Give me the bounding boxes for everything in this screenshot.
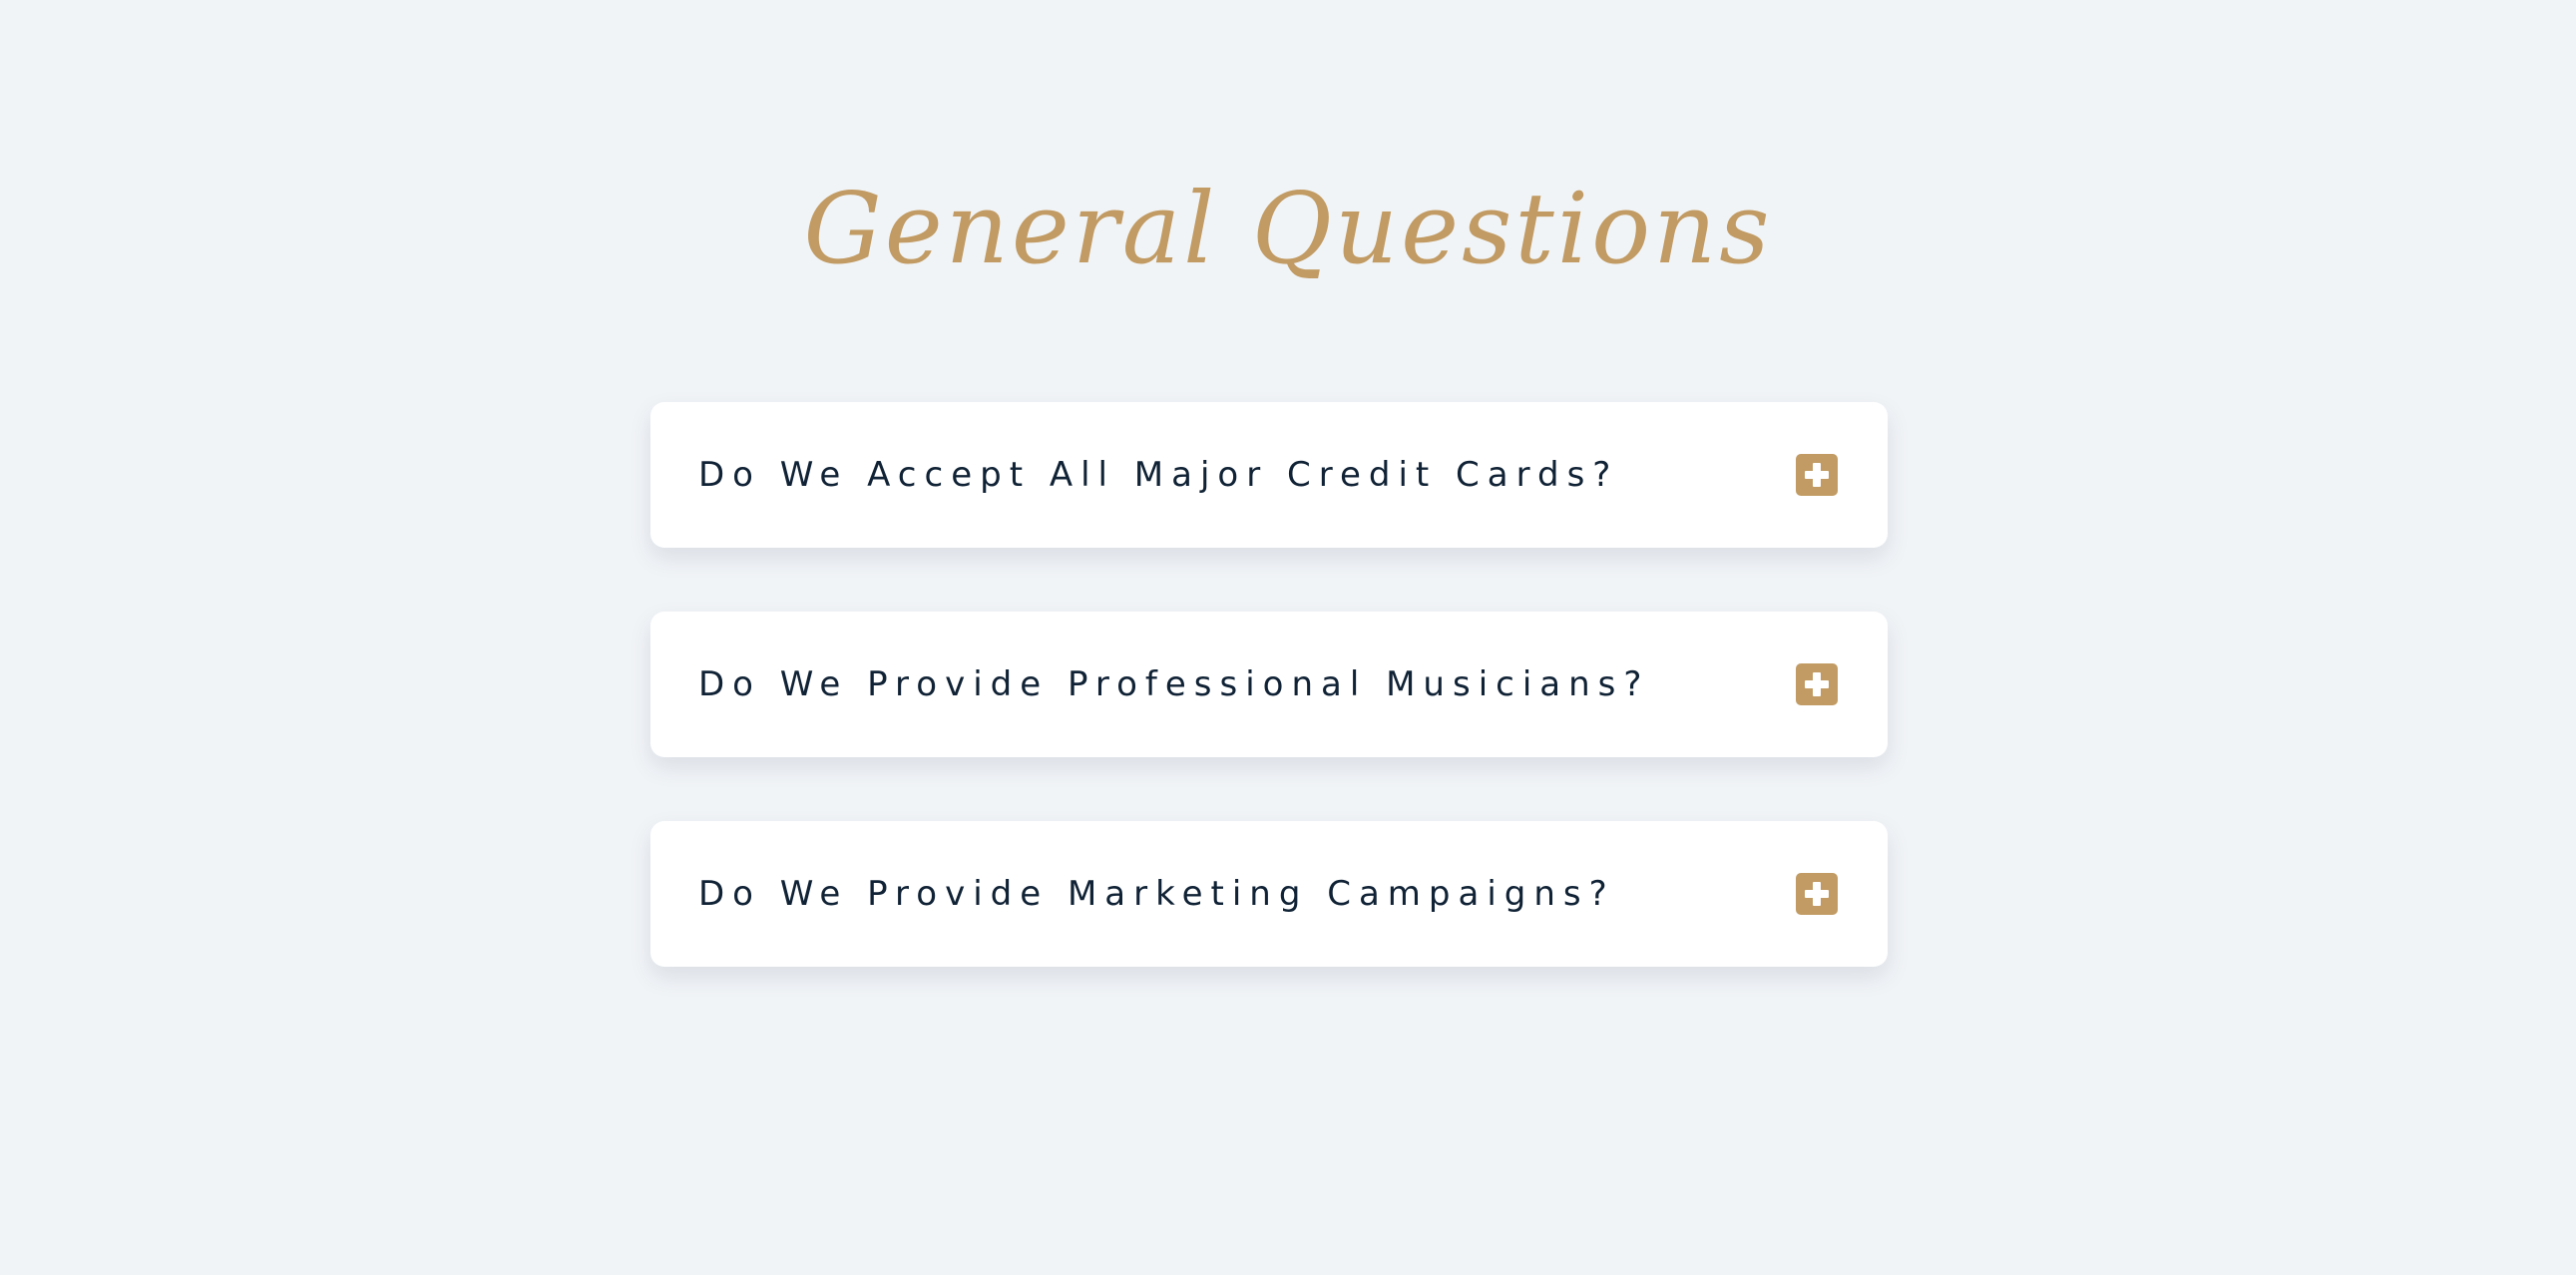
plus-square-icon[interactable] bbox=[1796, 663, 1838, 705]
faq-question: Do We Provide Marketing Campaigns? bbox=[698, 874, 1615, 914]
faq-question: Do We Accept All Major Credit Cards? bbox=[698, 455, 1619, 495]
page-title: General Questions bbox=[803, 173, 1773, 286]
plus-square-icon[interactable] bbox=[1796, 873, 1838, 915]
faq-question: Do We Provide Professional Musicians? bbox=[698, 664, 1650, 704]
faq-list: Do We Accept All Major Credit Cards? Do … bbox=[650, 402, 1888, 1031]
faq-item-marketing[interactable]: Do We Provide Marketing Campaigns? bbox=[650, 821, 1888, 967]
faq-item-musicians[interactable]: Do We Provide Professional Musicians? bbox=[650, 612, 1888, 757]
plus-square-icon[interactable] bbox=[1796, 454, 1838, 496]
faq-item-credit-cards[interactable]: Do We Accept All Major Credit Cards? bbox=[650, 402, 1888, 548]
